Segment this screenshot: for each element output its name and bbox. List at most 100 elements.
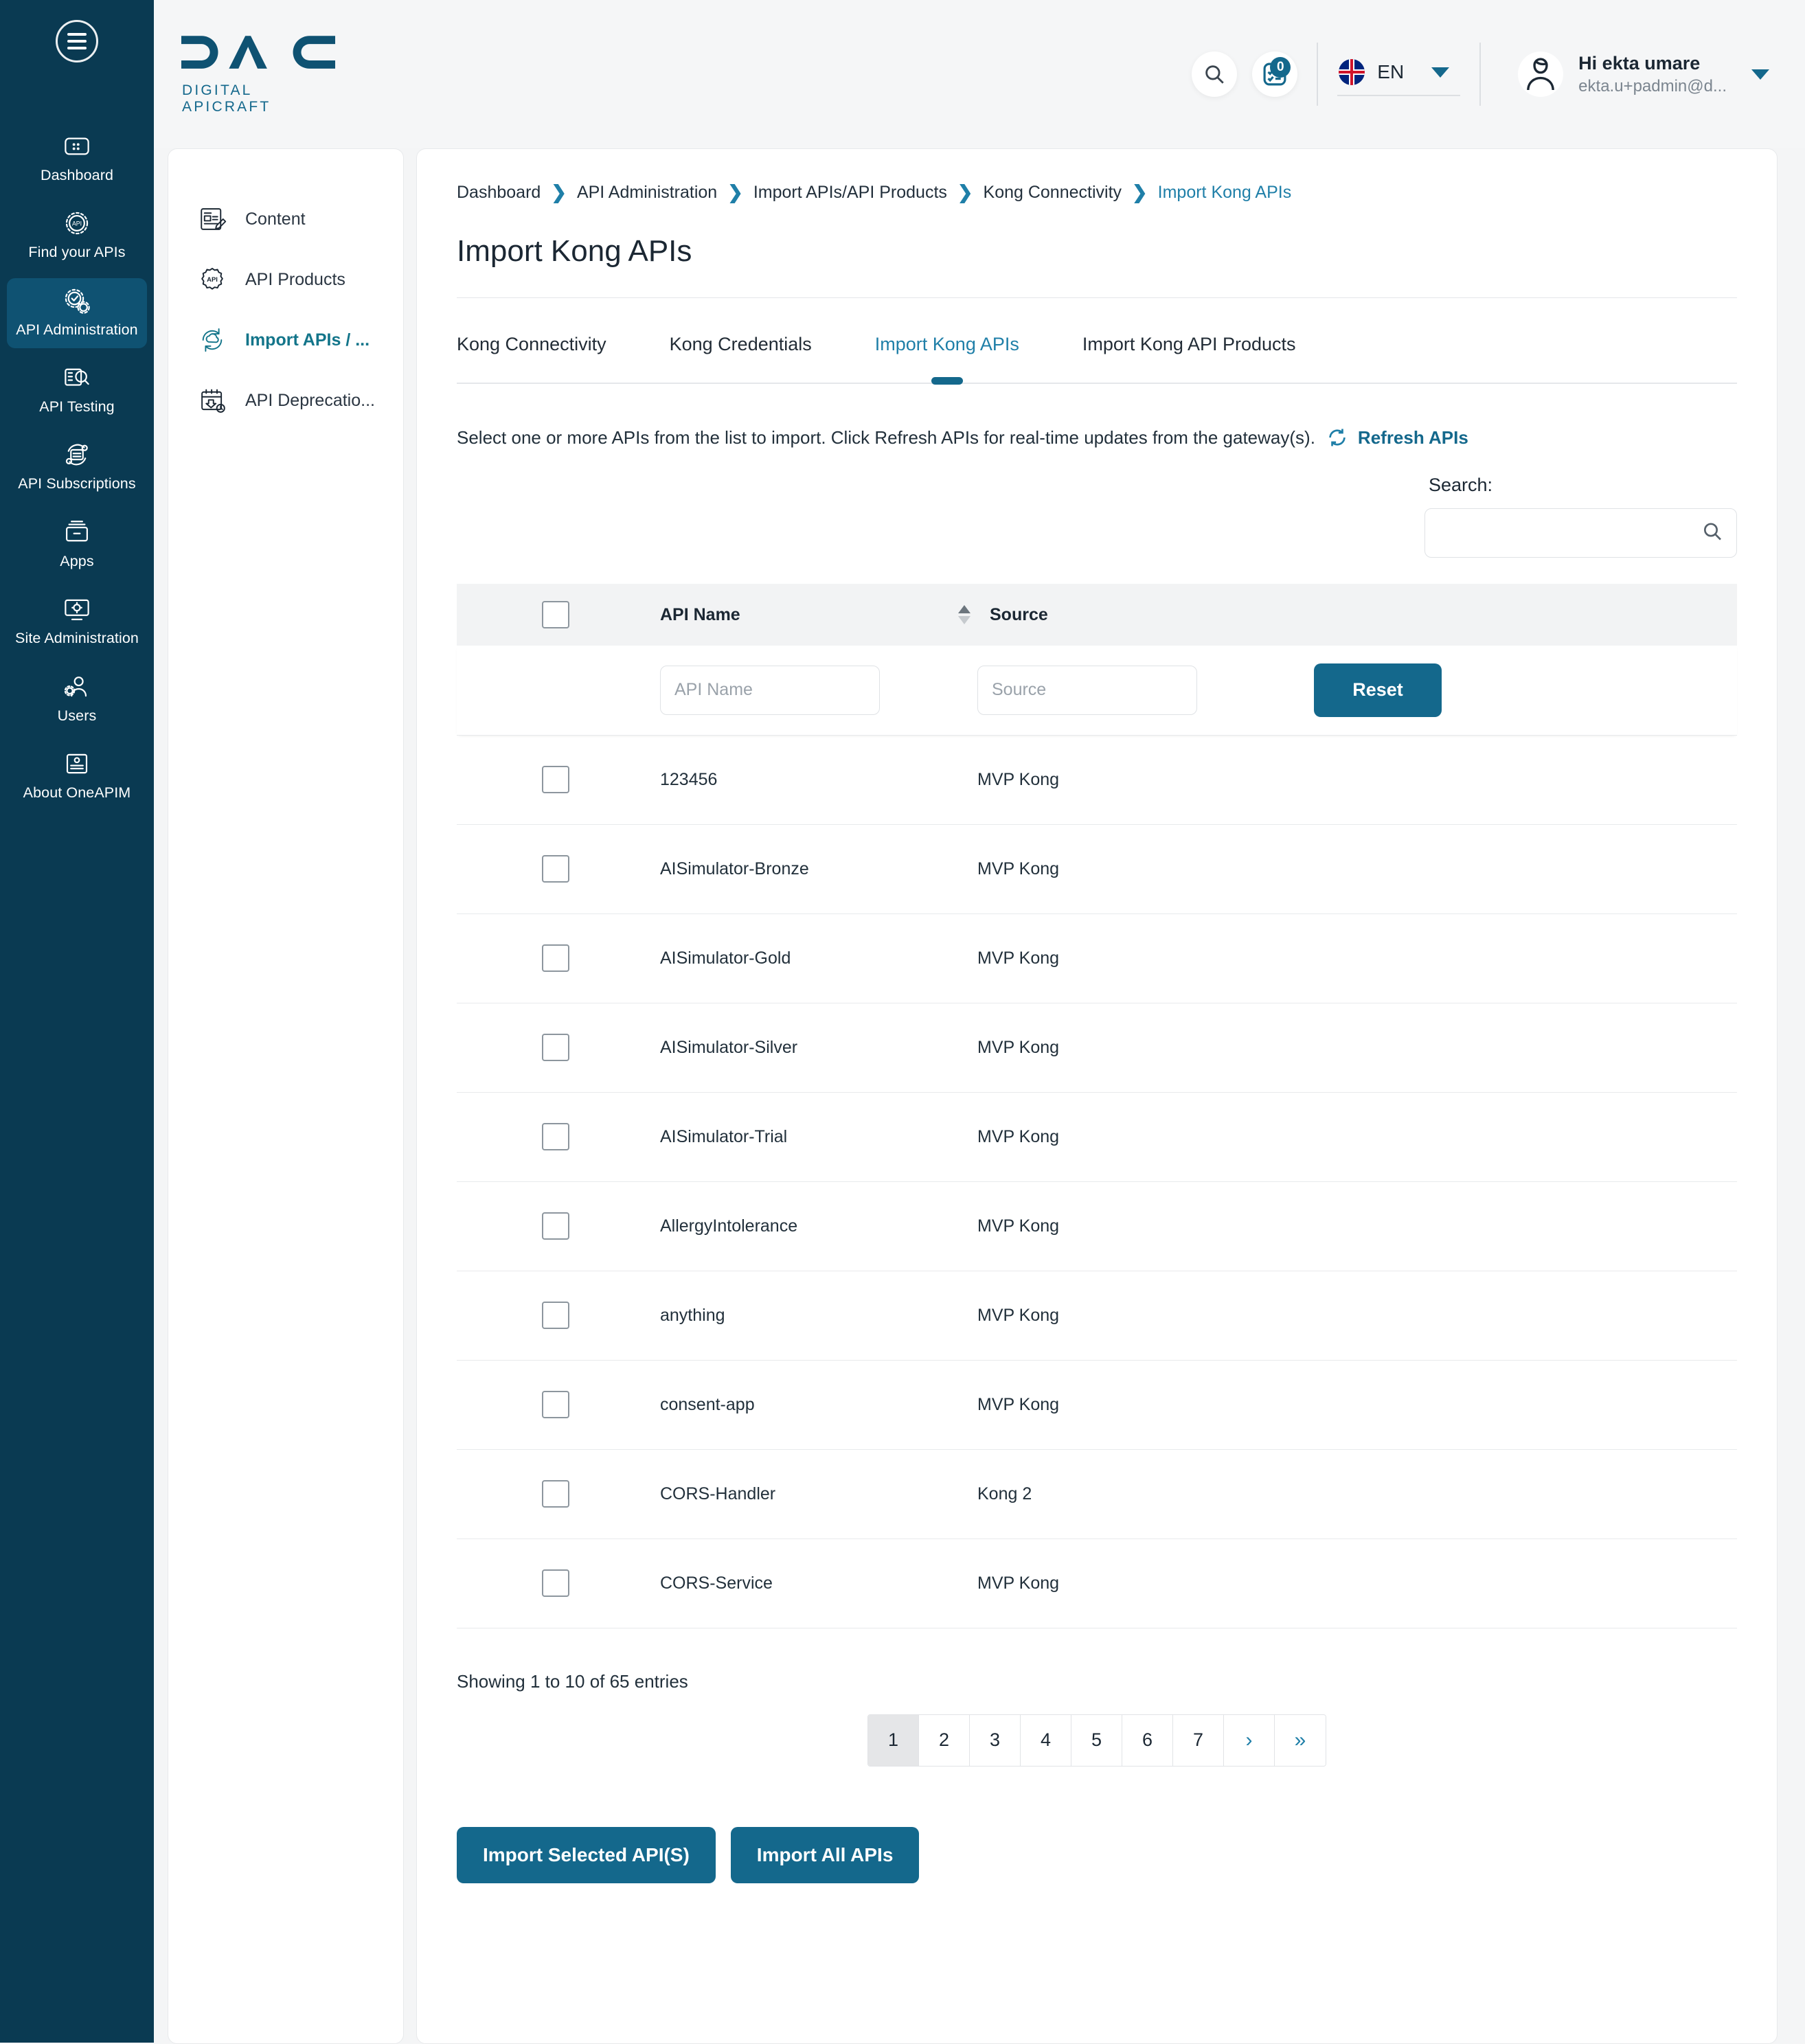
row-source: MVP Kong	[977, 1181, 1737, 1271]
secondary-nav-item-2[interactable]: Import APIs / ...	[168, 310, 403, 370]
row-checkbox[interactable]	[542, 1302, 569, 1329]
breadcrumb-item-3[interactable]: Kong Connectivity	[984, 183, 1122, 203]
pagination-last-button[interactable]: »	[1275, 1714, 1326, 1766]
table-row[interactable]: CORS-Service MVP Kong	[457, 1538, 1737, 1628]
breadcrumb-item-2[interactable]: Import APIs/API Products	[753, 183, 947, 203]
pagination-page-7[interactable]: 7	[1173, 1714, 1224, 1766]
row-checkbox[interactable]	[542, 1034, 569, 1061]
sidebar-item-site-administration[interactable]: Site Administration	[7, 587, 147, 657]
filter-cell-source: Reset	[977, 646, 1737, 736]
pagination-page-4[interactable]: 4	[1021, 1714, 1071, 1766]
row-select-cell	[457, 1360, 648, 1450]
sidebar-item-api-testing[interactable]: API Testing	[7, 355, 147, 425]
import-selected-apis-button[interactable]: Import Selected API(S)	[457, 1826, 716, 1883]
row-checkbox[interactable]	[542, 855, 569, 883]
header-api-name[interactable]: API Name	[648, 584, 977, 646]
search-input[interactable]	[1424, 508, 1737, 558]
sidebar-item-label: API Testing	[39, 398, 115, 416]
brand-logo[interactable]: DIGITAL APICRAFT	[180, 33, 337, 115]
search-icon	[1205, 65, 1225, 84]
breadcrumb-item-1[interactable]: API Administration	[577, 183, 717, 203]
content-area: Content API API Products Import APIs / ... A…	[154, 148, 1805, 2044]
user-email: ekta.u+padmin@d...	[1578, 76, 1727, 95]
api-name-filter-input[interactable]	[660, 665, 880, 715]
tab-kong-credentials[interactable]: Kong Credentials	[670, 305, 812, 383]
pagination: 1 2 3 4 5 6 7 ›»	[457, 1714, 1737, 1767]
secondary-nav-item-0[interactable]: Content	[168, 189, 403, 249]
import-all-apis-button[interactable]: Import All APIs	[730, 1826, 920, 1883]
table-row[interactable]: consent-app MVP Kong	[457, 1360, 1737, 1450]
tab-import-kong-apis[interactable]: Import Kong APIs	[875, 305, 1019, 383]
site-administration-icon	[61, 595, 93, 624]
sort-arrows-icon[interactable]	[958, 605, 970, 624]
breadcrumb-item-4[interactable]: Import Kong APIs	[1158, 183, 1292, 203]
tab-import-kong-api-products[interactable]: Import Kong API Products	[1082, 305, 1296, 383]
sidebar-toggle-button[interactable]	[52, 16, 102, 66]
row-source: MVP Kong	[977, 1092, 1737, 1182]
language-selector[interactable]: EN	[1337, 52, 1461, 96]
row-checkbox[interactable]	[542, 1123, 569, 1150]
sidebar-item-about-oneapim[interactable]: About OneAPIM	[7, 741, 147, 811]
row-api-name: anything	[648, 1271, 977, 1361]
pagination-page-3[interactable]: 3	[970, 1714, 1021, 1766]
sidebar-item-find-your-apis[interactable]: API Find your APIs	[7, 201, 147, 271]
row-source: MVP Kong	[977, 1538, 1737, 1628]
row-source: Kong 2	[977, 1449, 1737, 1539]
tab-kong-connectivity[interactable]: Kong Connectivity	[457, 305, 606, 383]
row-checkbox[interactable]	[542, 1212, 569, 1240]
select-all-checkbox[interactable]	[542, 601, 569, 628]
sidebar-item-apps[interactable]: Apps	[7, 510, 147, 580]
pagination-buttons: 1 2 3 4 5 6 7 ›»	[867, 1714, 1326, 1767]
header-source[interactable]: Source	[958, 584, 1737, 646]
api-products-icon: API	[197, 264, 227, 295]
row-checkbox[interactable]	[542, 1569, 569, 1597]
table-header-row: API Name Source	[457, 584, 1737, 646]
table-row[interactable]: AllergyIntolerance MVP Kong	[457, 1181, 1737, 1271]
secondary-nav-item-label: Content	[245, 209, 306, 229]
secondary-sidebar: Content API API Products Import APIs / ... A…	[168, 148, 404, 2044]
table-row[interactable]: AISimulator-Trial MVP Kong	[457, 1092, 1737, 1182]
table-row[interactable]: AISimulator-Silver MVP Kong	[457, 1003, 1737, 1093]
tab-divider	[457, 383, 1737, 384]
row-checkbox[interactable]	[542, 766, 569, 793]
global-search-button[interactable]	[1192, 52, 1238, 97]
avatar-icon	[1527, 58, 1554, 91]
secondary-nav-item-1[interactable]: API API Products	[168, 249, 403, 310]
api-testing-icon	[61, 363, 93, 392]
secondary-nav-item-label: API Products	[245, 269, 345, 289]
breadcrumb-item-0[interactable]: Dashboard	[457, 183, 541, 203]
sidebar-item-dashboard[interactable]: Dashboard	[7, 124, 147, 194]
pagination-page-2[interactable]: 2	[919, 1714, 970, 1766]
table-row[interactable]: 123456 MVP Kong	[457, 735, 1737, 825]
reset-button[interactable]: Reset	[1314, 663, 1442, 717]
sidebar-item-users[interactable]: Users	[7, 664, 147, 734]
row-checkbox[interactable]	[542, 944, 569, 972]
sidebar-item-api-administration[interactable]: API Administration	[7, 277, 147, 349]
refresh-apis-button[interactable]: Refresh APIs	[1326, 427, 1468, 448]
pagination-page-1[interactable]: 1	[868, 1714, 919, 1766]
user-menu[interactable]: Hi ekta umare ekta.u+padmin@d...	[1518, 52, 1769, 97]
table-row[interactable]: AISimulator-Bronze MVP Kong	[457, 824, 1737, 914]
source-filter-input[interactable]	[977, 665, 1197, 715]
secondary-nav-item-label: API Deprecatio...	[245, 390, 375, 410]
tasks-button[interactable]: 0	[1252, 52, 1298, 97]
row-checkbox[interactable]	[542, 1391, 569, 1418]
row-checkbox[interactable]	[542, 1480, 569, 1508]
topbar-divider-2	[1479, 43, 1482, 106]
pagination-next-button[interactable]: ›	[1224, 1714, 1275, 1766]
table-row[interactable]: CORS-Handler Kong 2	[457, 1449, 1737, 1539]
pagination-page-6[interactable]: 6	[1122, 1714, 1173, 1766]
row-select-cell	[457, 735, 648, 825]
row-api-name: AISimulator-Bronze	[648, 824, 977, 914]
table-row[interactable]: AISimulator-Gold MVP Kong	[457, 913, 1737, 1003]
sort-ascending-icon	[958, 605, 970, 613]
sidebar-item-api-subscriptions[interactable]: API Subscriptions	[7, 432, 147, 502]
primary-sidebar: Dashboard API Find your APIs API Administra…	[0, 0, 154, 2043]
about-icon	[61, 749, 93, 778]
secondary-nav-item-3[interactable]: API Deprecatio...	[168, 370, 403, 431]
header-api-name-label: API Name	[660, 604, 740, 624]
table-row[interactable]: anything MVP Kong	[457, 1271, 1737, 1361]
sidebar-item-label: About OneAPIM	[23, 784, 131, 801]
breadcrumb-separator: ❯	[727, 182, 743, 203]
pagination-page-5[interactable]: 5	[1071, 1714, 1122, 1766]
